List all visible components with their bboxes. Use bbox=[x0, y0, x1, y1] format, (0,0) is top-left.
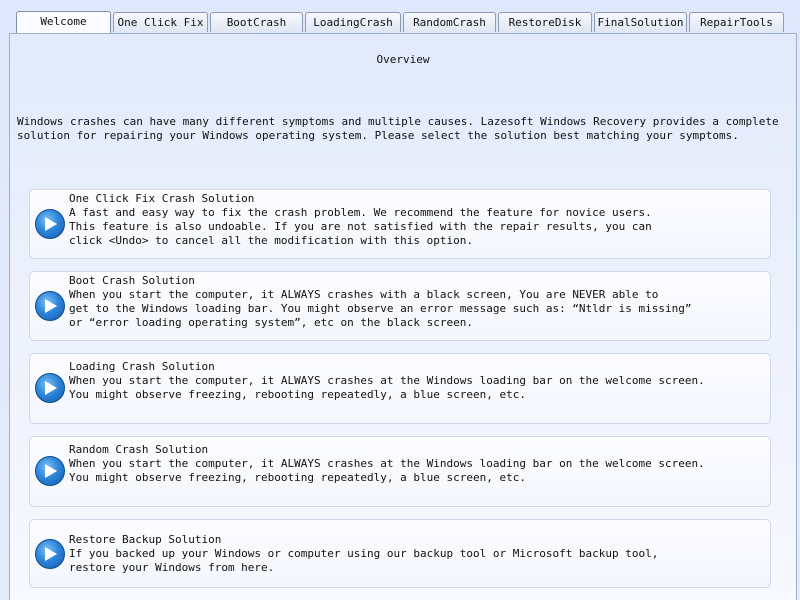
tab-repair-tools[interactable]: RepairTools bbox=[689, 12, 784, 32]
play-icon[interactable] bbox=[35, 373, 65, 403]
card-description: When you start the computer, it ALWAYS c… bbox=[69, 288, 692, 329]
tab-bar: Welcome One Click Fix BootCrash LoadingC… bbox=[16, 11, 784, 34]
boot-crash-card[interactable]: Boot Crash Solution When you start the c… bbox=[29, 271, 771, 341]
random-crash-card[interactable]: Random Crash Solution When you start the… bbox=[29, 436, 771, 507]
tab-restore-disk[interactable]: RestoreDisk bbox=[498, 12, 592, 32]
card-text: One Click Fix Crash Solution A fast and … bbox=[69, 192, 764, 248]
loading-crash-card[interactable]: Loading Crash Solution When you start th… bbox=[29, 353, 771, 424]
play-icon[interactable] bbox=[35, 209, 65, 239]
card-text: Random Crash Solution When you start the… bbox=[69, 443, 764, 485]
tab-content-panel: Overview Windows crashes can have many d… bbox=[9, 33, 797, 600]
tab-final-solution[interactable]: FinalSolution bbox=[594, 12, 687, 32]
card-title: One Click Fix Crash Solution bbox=[69, 192, 255, 205]
intro-text: Windows crashes can have many different … bbox=[17, 115, 779, 142]
tab-welcome[interactable]: Welcome bbox=[16, 11, 111, 33]
restore-backup-card[interactable]: Restore Backup Solution If you backed up… bbox=[29, 519, 771, 588]
tab-boot-crash[interactable]: BootCrash bbox=[210, 12, 303, 32]
play-icon[interactable] bbox=[35, 456, 65, 486]
play-icon[interactable] bbox=[35, 539, 65, 569]
tab-random-crash[interactable]: RandomCrash bbox=[403, 12, 496, 32]
card-description: When you start the computer, it ALWAYS c… bbox=[69, 457, 705, 484]
tab-one-click-fix[interactable]: One Click Fix bbox=[113, 12, 208, 32]
tab-loading-crash[interactable]: LoadingCrash bbox=[305, 12, 401, 32]
card-text: Loading Crash Solution When you start th… bbox=[69, 360, 764, 402]
play-icon[interactable] bbox=[35, 291, 65, 321]
card-text: Restore Backup Solution If you backed up… bbox=[69, 533, 764, 575]
card-description: If you backed up your Windows or compute… bbox=[69, 547, 659, 574]
card-title: Random Crash Solution bbox=[69, 443, 209, 456]
card-text: Boot Crash Solution When you start the c… bbox=[69, 274, 764, 330]
page-heading: Overview bbox=[376, 53, 430, 66]
card-title: Boot Crash Solution bbox=[69, 274, 195, 287]
card-title: Loading Crash Solution bbox=[69, 360, 215, 373]
card-title: Restore Backup Solution bbox=[69, 533, 222, 546]
app-window: Welcome One Click Fix BootCrash LoadingC… bbox=[0, 0, 800, 600]
card-description: A fast and easy way to fix the crash pro… bbox=[69, 206, 652, 247]
card-description: When you start the computer, it ALWAYS c… bbox=[69, 374, 705, 401]
one-click-fix-card[interactable]: One Click Fix Crash Solution A fast and … bbox=[29, 189, 771, 259]
